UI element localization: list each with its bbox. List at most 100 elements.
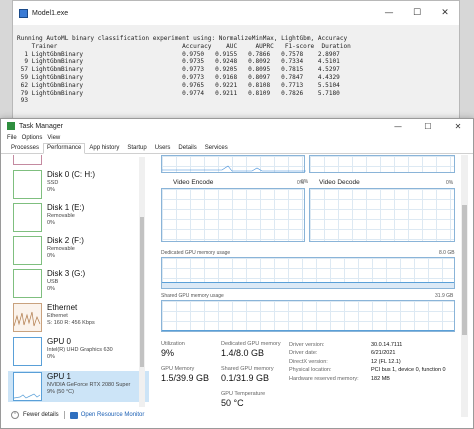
tab-processes[interactable]: Processes: [7, 143, 43, 153]
sidebar-item-value: 9% (50 °C): [47, 389, 74, 395]
ethernet-graph-thumbnail: [13, 303, 42, 332]
resource-monitor-icon: [69, 411, 78, 419]
task-manager-icon: [7, 122, 15, 130]
memory-thumbnail-partial: [13, 155, 42, 165]
video-decode-graph: [309, 188, 455, 242]
shared-gpu-memory-label: Shared GPU memory: [221, 366, 274, 372]
sidebar-item-sub: Removable: [47, 246, 75, 252]
console-line: 93: [17, 97, 29, 105]
gpu1-thumbnail-chart: [13, 393, 41, 399]
tab-details[interactable]: Details: [174, 143, 200, 153]
menu-bar: File Options View: [1, 133, 473, 143]
main-scroll-thumb[interactable]: [462, 205, 467, 335]
sidebar-item-gpu1[interactable]: GPU 1 NVIDIA GeForce RTX 2080 Super 9% (…: [8, 371, 149, 402]
gpu-temperature-label: GPU Temperature: [221, 391, 266, 397]
fewer-details-link[interactable]: Fewer details: [23, 412, 59, 418]
prop-key: Physical location:: [289, 367, 332, 374]
task-manager-window: Task Manager — ☐ ✕ File Options View Pro…: [0, 118, 474, 429]
sidebar-item-disk1[interactable]: Disk 1 (E:) Removable 0%: [8, 202, 149, 233]
video-decode-pct: 0%: [446, 180, 454, 186]
menu-file[interactable]: File: [7, 135, 17, 141]
maximize-button[interactable]: ☐: [403, 1, 431, 25]
disk-graph-thumbnail: [13, 236, 42, 265]
gpu-graph-thumbnail: [13, 337, 42, 366]
console-title: Model1.exe: [32, 9, 69, 17]
prop-value: 6/21/2021: [371, 350, 396, 357]
main-scrollbar[interactable]: [461, 155, 468, 417]
sidebar-item-gpu0[interactable]: GPU 0 Intel(R) UHD Graphics 630 0%: [8, 336, 149, 367]
prop-key: Driver version:: [289, 342, 325, 348]
tab-bar: Processes Performance App history Startu…: [1, 143, 473, 154]
tm-maximize-button[interactable]: ☐: [413, 119, 443, 133]
sidebar-item-ethernet[interactable]: Ethernet Ethernet S: 160 R: 456 Kbps: [8, 302, 149, 333]
dedicated-memory-graph: [161, 257, 455, 289]
shared-memory-fill: [162, 330, 454, 331]
console-line: 57 LightGbmBinary 0.9773 0.9205 0.8095 0…: [17, 66, 340, 74]
sidebar-item-sub: USB: [47, 279, 59, 285]
console-line: 9 LightGbmBinary 0.9735 0.9248 0.8092 0.…: [17, 58, 340, 66]
sidebar-item-name: Disk 0 (C: H:): [47, 170, 95, 179]
sidebar-item-disk0[interactable]: Disk 0 (C: H:) SSD 0%: [8, 169, 149, 200]
gpu-detail-panel: 0% Video Encode 0% Video Decode 0% Dedic…: [161, 155, 455, 417]
shared-memory-graph: [161, 300, 455, 332]
chevron-up-icon[interactable]: ⌃: [11, 411, 19, 419]
sidebar-item-value: 0%: [47, 220, 55, 226]
tm-titlebar[interactable]: Task Manager — ☐ ✕: [1, 119, 473, 133]
dedicated-gpu-memory-label: Dedicated GPU memory: [221, 341, 281, 347]
console-output: Running AutoML binary classification exp…: [13, 25, 459, 105]
sidebar-item-sub: Ethernet: [47, 313, 68, 319]
engine-graph-line: [162, 165, 306, 172]
shared-memory-label: Shared GPU memory usage: [161, 293, 224, 299]
tm-footer: ⌃ Fewer details Open Resource Monitor: [11, 409, 144, 421]
dedicated-gpu-memory-value: 1.4/8.0 GB: [221, 348, 265, 358]
console-titlebar[interactable]: Model1.exe — ☐ ✕: [13, 1, 459, 25]
video-encode-label: Video Encode: [173, 179, 214, 186]
tab-performance[interactable]: Performance: [43, 143, 86, 154]
tab-services[interactable]: Services: [201, 143, 232, 153]
console-line: 62 LightGbmBinary 0.9765 0.9221 0.8108 0…: [17, 81, 340, 89]
gpu-properties: Driver version: 30.0.14.7111 Driver date:…: [289, 341, 446, 383]
video-encode-pct: 0%: [297, 180, 305, 186]
prop-value: 182 MB: [371, 375, 390, 382]
video-decode-label: Video Decode: [319, 179, 360, 186]
sidebar-item-disk2[interactable]: Disk 2 (F:) Removable 0%: [8, 235, 149, 266]
engine-graph-top-left: [161, 155, 306, 173]
minimize-button[interactable]: —: [375, 1, 403, 25]
sidebar-item-sub: Removable: [47, 213, 75, 219]
gpu-graph-thumbnail: [13, 372, 42, 401]
sidebar-item-name: GPU 1: [47, 372, 72, 381]
disk-graph-thumbnail: [13, 269, 42, 298]
gpu-temperature-value: 50 °C: [221, 398, 244, 408]
prop-key: Driver date:: [289, 350, 318, 357]
sidebar-item-value: 0%: [47, 354, 55, 360]
sidebar-item-name: Ethernet: [47, 303, 78, 312]
tab-app-history[interactable]: App history: [85, 143, 123, 153]
tab-users[interactable]: Users: [151, 143, 175, 153]
sidebar-item-name: Disk 3 (G:): [47, 269, 86, 278]
gpu-memory-value: 1.5/39.9 GB: [161, 373, 210, 383]
utilization-value: 9%: [161, 348, 175, 358]
menu-view[interactable]: View: [47, 135, 60, 141]
sidebar-scrollbar[interactable]: [139, 157, 145, 407]
engine-graph-top-right: [309, 155, 455, 173]
disk-graph-thumbnail: [13, 203, 42, 232]
sidebar-item-value: 0%: [47, 253, 55, 259]
prop-value: 12 (FL 12.1): [371, 358, 401, 365]
menu-options[interactable]: Options: [22, 135, 43, 141]
tab-startup[interactable]: Startup: [123, 143, 150, 153]
sidebar-item-disk3[interactable]: Disk 3 (G:) USB 0%: [8, 268, 149, 299]
video-encode-graph: [161, 188, 305, 242]
close-button[interactable]: ✕: [431, 1, 459, 25]
sidebar-scroll-thumb[interactable]: [140, 217, 144, 367]
tm-close-button[interactable]: ✕: [443, 119, 473, 133]
sidebar-item-name: Disk 1 (E:): [47, 203, 85, 212]
tm-minimize-button[interactable]: —: [383, 119, 413, 133]
console-line: Running AutoML binary classification exp…: [17, 35, 348, 42]
console-app-icon: [19, 8, 28, 18]
tm-title: Task Manager: [19, 122, 63, 130]
console-line: 79 LightGbmBinary 0.9774 0.9211 0.8109 0…: [17, 89, 340, 97]
open-resource-monitor-link[interactable]: Open Resource Monitor: [81, 412, 145, 418]
sidebar-item-value: S: 160 R: 456 Kbps: [47, 320, 95, 326]
utilization-label: Utilization: [161, 341, 185, 347]
prop-key: Hardware reserved memory:: [289, 375, 359, 382]
